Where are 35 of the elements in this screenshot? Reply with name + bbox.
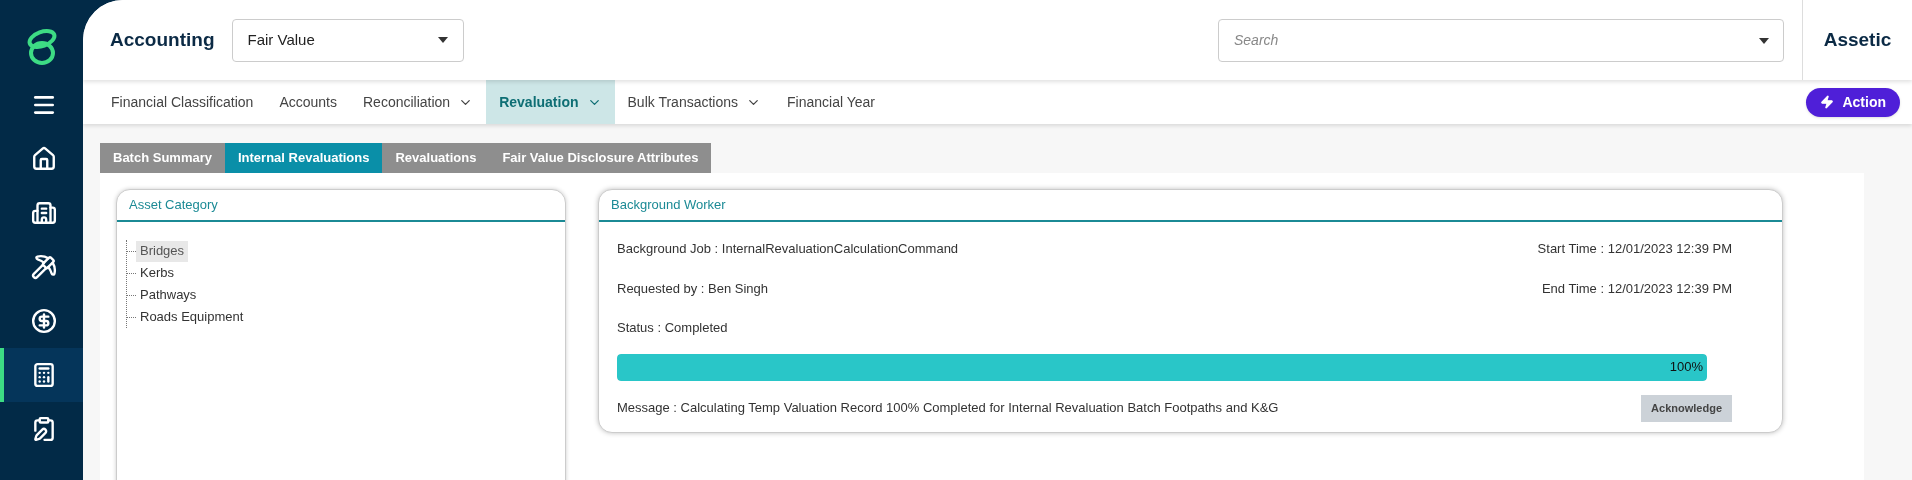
caret-icon — [437, 37, 448, 43]
progress-reading: 100% — [1669, 358, 1703, 377]
action-button[interactable]: Action — [1806, 87, 1900, 117]
panel-title: Background Worker — [611, 196, 726, 215]
search-field[interactable]: Search — [1218, 18, 1784, 62]
message-text: Message : Calculating Temp Valuation Record 100% Completed for Internal Revaluation Batch Footpaths and K&G — [617, 399, 1279, 418]
home-icon — [30, 146, 57, 172]
status-text: Status : Completed — [617, 319, 729, 337]
requested-by-text: Requested by : Ben Singh — [617, 279, 769, 298]
end-time-text: End Time : 12/01/2023 12:39 PM — [1541, 279, 1732, 298]
panel-title: Asset Category — [129, 196, 218, 215]
nav-tab[interactable]: Financial Year — [774, 80, 888, 124]
module-select[interactable]: Fair Value — [231, 18, 464, 62]
tab[interactable]: Internal Revaluations — [225, 143, 383, 173]
logo-icon — [25, 26, 58, 66]
job-text: Background Job : InternalRevaluationCalculationCommand — [617, 240, 959, 258]
acknowledge-button[interactable]: Acknowledge — [1641, 394, 1732, 422]
dollar-icon — [30, 308, 57, 334]
lightning-icon — [1820, 95, 1835, 109]
start-time-text: Start Time : 12/01/2023 12:39 PM — [1537, 240, 1732, 258]
nav-tab[interactable]: Revaluation — [486, 80, 615, 124]
nav-tab[interactable]: Accounts — [266, 80, 350, 124]
sidebar-item[interactable] — [0, 348, 83, 402]
brand-name: Assetic — [1823, 27, 1892, 52]
page-title: Accounting — [110, 27, 215, 52]
tree-item[interactable]: Pathways — [136, 284, 201, 306]
nav-tab[interactable]: Reconciliation — [350, 80, 487, 124]
tree-item[interactable]: Kerbs — [136, 262, 178, 284]
nav-tab[interactable]: Bulk Transactions — [614, 80, 775, 124]
tree-item[interactable]: Bridges — [136, 240, 189, 262]
tree-item[interactable]: Roads Equipment — [136, 306, 248, 328]
nav-tab[interactable]: Financial Classification — [98, 80, 267, 124]
caret-icon — [1759, 37, 1769, 44]
building-icon — [30, 200, 57, 226]
pickaxe-icon — [30, 254, 57, 280]
